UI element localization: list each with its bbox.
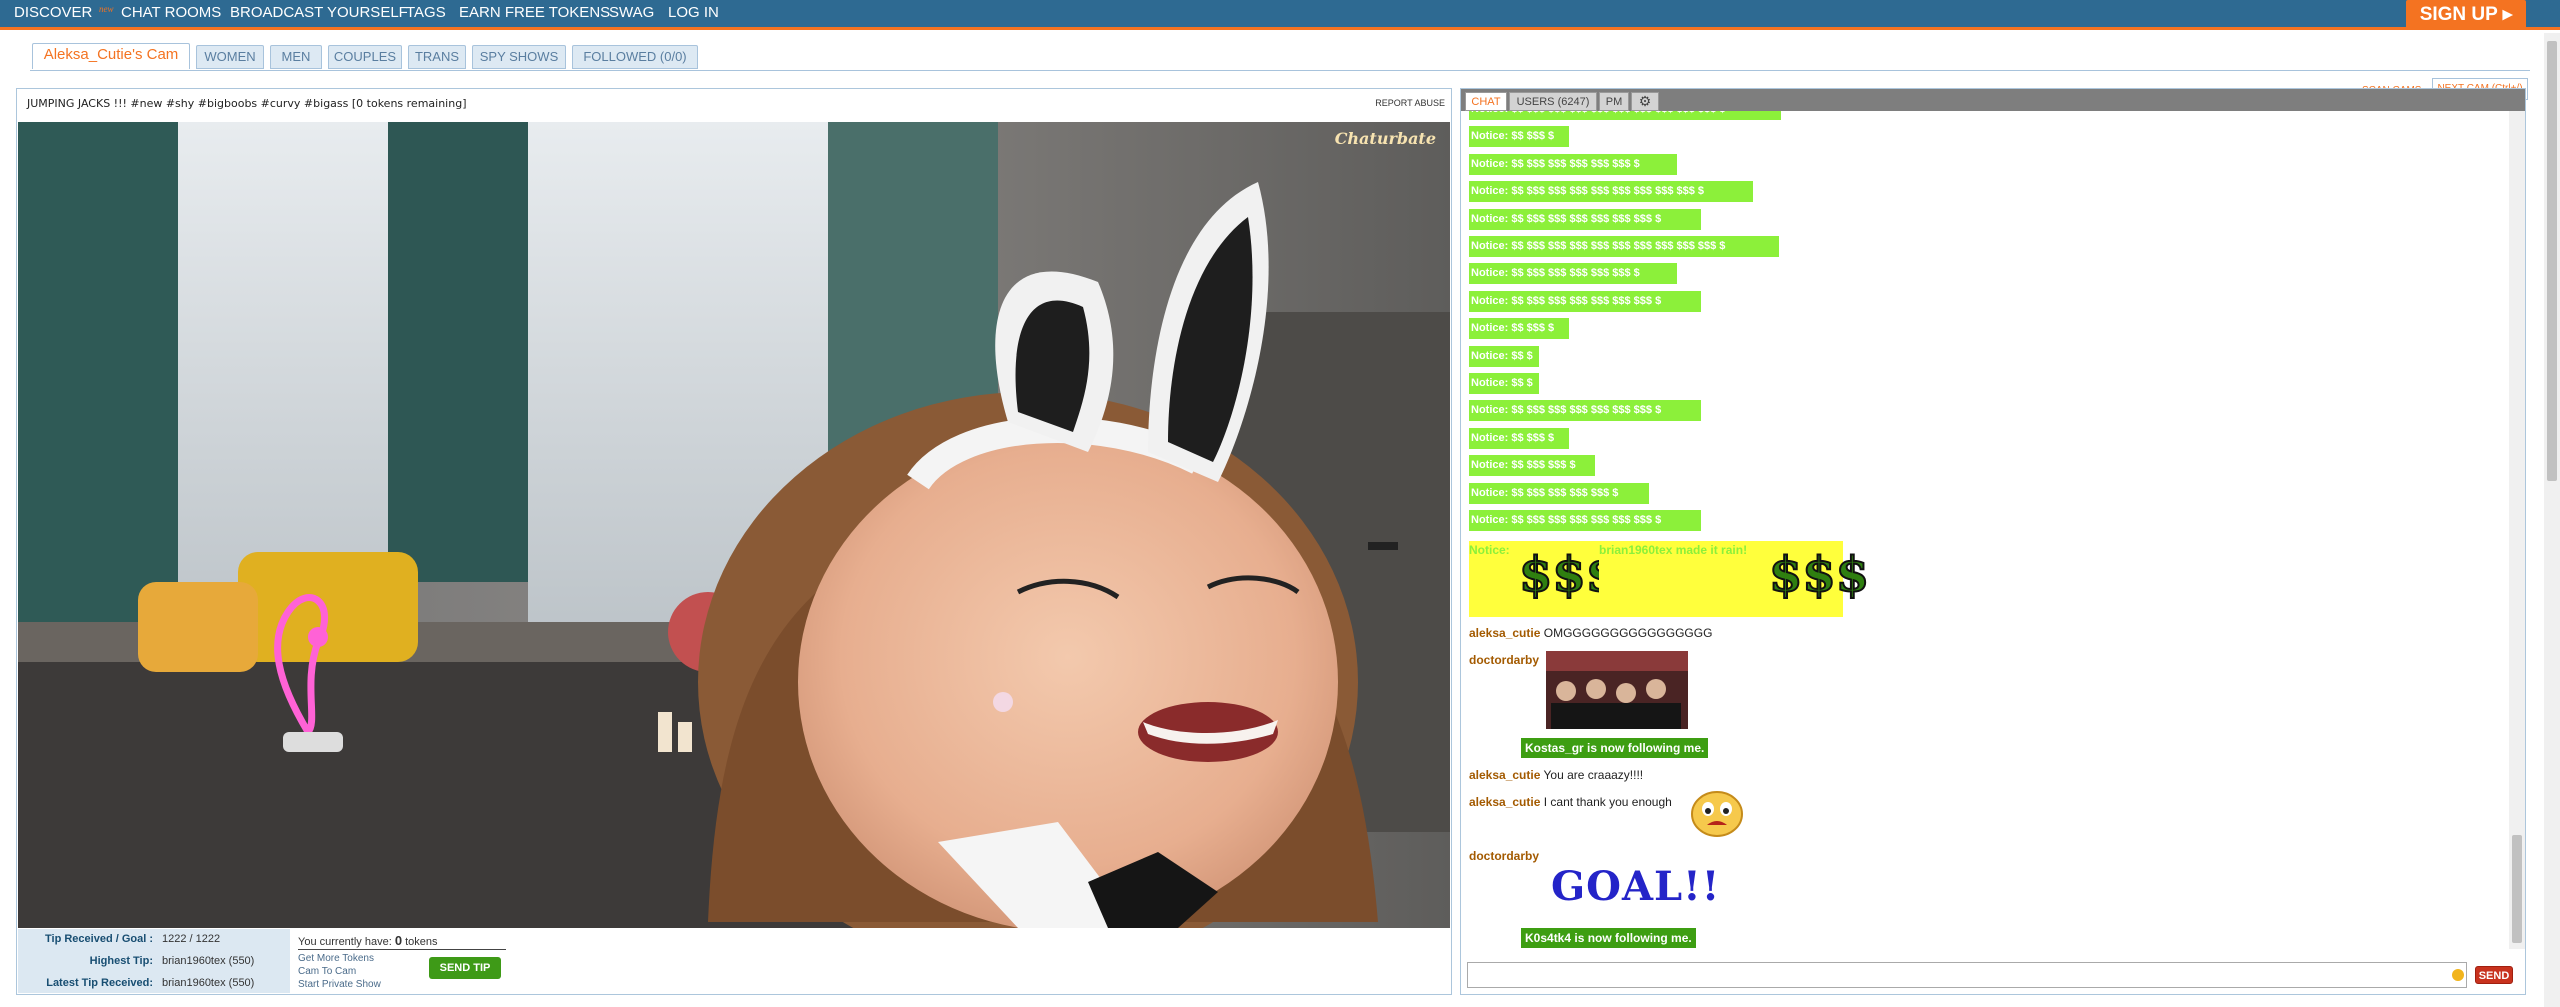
tip-goal-row: Tip Received / Goal : 1222 / 1222 bbox=[18, 929, 290, 949]
room-subject: JUMPING JACKS !!! #new #shy #bigboobs #c… bbox=[27, 97, 467, 110]
latest-tip-row: Latest Tip Received: brian1960tex (550) bbox=[18, 973, 290, 993]
chat-notice: Notice: $$ $ bbox=[1469, 373, 1539, 394]
highest-tip-label: Highest Tip: bbox=[89, 955, 153, 967]
chat-notice: Notice: $$ $$$ $$$ $$$ $$$ $$$ $$$ $ bbox=[1469, 290, 1701, 312]
chat-notice: Notice: $$ $$$ $$$ $$$ $$$ $$$ $$$ $ bbox=[1469, 510, 1701, 531]
cam-to-cam-link[interactable]: Cam To Cam bbox=[298, 966, 356, 977]
chat-username[interactable]: doctordarby bbox=[1469, 849, 1539, 863]
token-balance: You currently have: 0 tokens bbox=[298, 933, 506, 950]
chat-notice: Notice: $$ $$$ $$$ $$$ $$$ $$$ $ bbox=[1469, 263, 1677, 285]
rain-notice: Notice: $$$ brian1960tex made it rain! $… bbox=[1469, 541, 1870, 617]
chat-notice: Notice: $$ $$$ $$$ $$$ $$$ $$$ $$$ $ bbox=[1469, 400, 1701, 422]
sign-up-button[interactable]: SIGN UP ▸ bbox=[2406, 0, 2526, 30]
chat-message: doctordarby bbox=[1469, 653, 1539, 667]
chat-input-bar: SEND bbox=[1467, 962, 2521, 988]
send-message-button[interactable]: SEND bbox=[2475, 966, 2513, 984]
chat-message-text: You are craaazy!!!! bbox=[1543, 768, 1644, 782]
nav-discover[interactable]: DISCOVER new bbox=[14, 4, 114, 21]
chat-message-input[interactable] bbox=[1467, 962, 2467, 988]
tab-trans[interactable]: TRANS bbox=[408, 45, 466, 69]
chat-notice: Notice: $$ $$$ $$$ $$$ $$$ $$$ $$$ $$$ $… bbox=[1469, 181, 1753, 203]
start-private-show-link[interactable]: Start Private Show bbox=[298, 979, 381, 990]
chat-username[interactable]: aleksa_cutie bbox=[1469, 626, 1540, 640]
rain-dollar-icon-right: $$$ bbox=[1768, 546, 1870, 604]
nav-tags[interactable]: TAGS bbox=[406, 4, 446, 21]
highest-tip-row: Highest Tip: brian1960tex (550) bbox=[18, 951, 290, 971]
rain-notice-text: brian1960tex made it rain! bbox=[1599, 543, 1769, 617]
room-tab-bar: Aleksa_Cutie's Cam WOMEN MEN COUPLES TRA… bbox=[0, 33, 2560, 100]
nav-swag[interactable]: SWAG bbox=[609, 4, 654, 21]
highest-tip-value: brian1960tex (550) bbox=[162, 955, 255, 967]
token-count: 0 bbox=[394, 933, 403, 948]
tab-spy-shows[interactable]: SPY SHOWS bbox=[472, 45, 566, 69]
tab-women[interactable]: WOMEN bbox=[196, 45, 264, 69]
chat-notice: Notice: $$ $ bbox=[1469, 345, 1539, 367]
tip-goal-value: 1222 / 1222 bbox=[162, 933, 221, 945]
chat-notice: Notice: $$ $$$ $$$ $$$ $$$ $$$ $ bbox=[1469, 153, 1677, 175]
chat-scrollbar[interactable] bbox=[2509, 111, 2525, 949]
chat-username[interactable]: doctordarby bbox=[1469, 653, 1539, 667]
tip-goal-label: Tip Received / Goal : bbox=[45, 933, 153, 945]
follow-notice: K0s4tk4 is now following me. bbox=[1521, 928, 1696, 948]
tab-divider bbox=[30, 70, 2530, 71]
audience-gif bbox=[1546, 651, 1688, 729]
latest-tip-label: Latest Tip Received: bbox=[46, 977, 153, 989]
chat-tabs-bar: CHAT USERS (6247) PM ⚙ bbox=[1461, 89, 2525, 111]
tab-followed[interactable]: FOLLOWED (0/0) bbox=[572, 45, 698, 69]
chat-message: aleksa_cutie OMGGGGGGGGGGGGGGGG bbox=[1469, 626, 1712, 640]
chat-notice: Notice: $$ $$$ $$$ $ bbox=[1469, 455, 1595, 477]
chat-notice: Notice: $$ $$$ $ bbox=[1469, 318, 1569, 340]
top-navigation: DISCOVER new CHAT ROOMS BROADCAST YOURSEL… bbox=[0, 0, 2560, 30]
chat-notice: Notice: $$ $$$ $$$ $$$ $$$ $ bbox=[1469, 482, 1649, 504]
chat-username[interactable]: aleksa_cutie bbox=[1469, 768, 1540, 782]
page-scrollbar[interactable] bbox=[2544, 33, 2560, 1007]
chat-message-text: I cant thank you enough bbox=[1543, 795, 1672, 809]
crying-emoticon-icon bbox=[1691, 791, 1743, 837]
nav-broadcast-yourself[interactable]: BROADCAST YOURSELF bbox=[230, 4, 408, 21]
tab-pm[interactable]: PM bbox=[1599, 92, 1629, 111]
get-more-tokens-link[interactable]: Get More Tokens bbox=[298, 953, 374, 964]
send-tip-button[interactable]: SEND TIP bbox=[429, 957, 501, 979]
token-balance-suffix: tokens bbox=[405, 936, 438, 948]
tab-room-cam[interactable]: Aleksa_Cutie's Cam bbox=[32, 43, 190, 69]
tab-couples[interactable]: COUPLES bbox=[328, 45, 402, 69]
tip-stats-area: Tip Received / Goal : 1222 / 1222 Highes… bbox=[18, 929, 1450, 993]
chat-notice: Notice: $$ $$$ $$$ $$$ $$$ $$$ $$$ $ bbox=[1469, 208, 1701, 230]
chat-message: aleksa_cutie You are craaazy!!!! bbox=[1469, 768, 1643, 782]
new-badge: new bbox=[99, 4, 114, 14]
video-player[interactable]: Chaturbate bbox=[18, 122, 1450, 928]
chat-settings-gear-icon[interactable]: ⚙ bbox=[1631, 92, 1659, 111]
chat-panel: CHAT USERS (6247) PM ⚙ Notice: $$ $$$ $$… bbox=[1460, 88, 2526, 995]
follow-notice: Kostas_gr is now following me. bbox=[1521, 738, 1709, 758]
emoticon-icon[interactable] bbox=[2452, 969, 2464, 981]
chat-notice: Notice: $$ $$$ $ bbox=[1469, 126, 1569, 148]
nav-log-in[interactable]: LOG IN bbox=[668, 4, 719, 21]
tab-chat[interactable]: CHAT bbox=[1465, 92, 1507, 111]
goal-graphic: GOAL!! bbox=[1551, 863, 1721, 910]
nav-earn-free-tokens[interactable]: EARN FREE TOKENS bbox=[459, 4, 610, 21]
video-watermark: Chaturbate bbox=[1335, 129, 1436, 148]
token-balance-prefix: You currently have: bbox=[298, 936, 392, 948]
nav-discover-label: DISCOVER bbox=[14, 4, 93, 21]
tab-users[interactable]: USERS (6247) bbox=[1509, 92, 1597, 111]
chat-notice: Notice: $$ $$$ $ bbox=[1469, 427, 1569, 449]
chat-message-list[interactable]: Notice: $$ $$$ $$$ $$$ $$$ $$$ $$$ $$$ $… bbox=[1469, 111, 2509, 949]
chat-gif-image bbox=[1546, 651, 1688, 729]
chat-scrollbar-thumb[interactable] bbox=[2512, 835, 2522, 943]
chat-message: doctordarby bbox=[1469, 849, 1539, 863]
rain-notice-label: Notice: bbox=[1469, 543, 1510, 557]
report-abuse-link[interactable]: REPORT ABUSE bbox=[1375, 98, 1445, 108]
latest-tip-value: brian1960tex (550) bbox=[162, 977, 255, 989]
chat-message: aleksa_cutie I cant thank you enough bbox=[1469, 795, 1672, 809]
video-panel: JUMPING JACKS !!! #new #shy #bigboobs #c… bbox=[16, 88, 1452, 995]
chat-message-text: OMGGGGGGGGGGGGGGGG bbox=[1543, 626, 1713, 640]
tab-men[interactable]: MEN bbox=[270, 45, 322, 69]
page-scrollbar-thumb[interactable] bbox=[2547, 41, 2557, 481]
nav-chat-rooms[interactable]: CHAT ROOMS bbox=[121, 4, 221, 21]
video-frame-image: Chaturbate bbox=[18, 122, 1450, 928]
chat-notice: Notice: $$ $$$ $$$ $$$ $$$ $$$ $$$ $$$ $… bbox=[1469, 236, 1779, 257]
chat-username[interactable]: aleksa_cutie bbox=[1469, 795, 1540, 809]
chat-notice: Notice: $$ $$$ $$$ $$$ $$$ $$$ $$$ $$$ $… bbox=[1469, 111, 1781, 120]
